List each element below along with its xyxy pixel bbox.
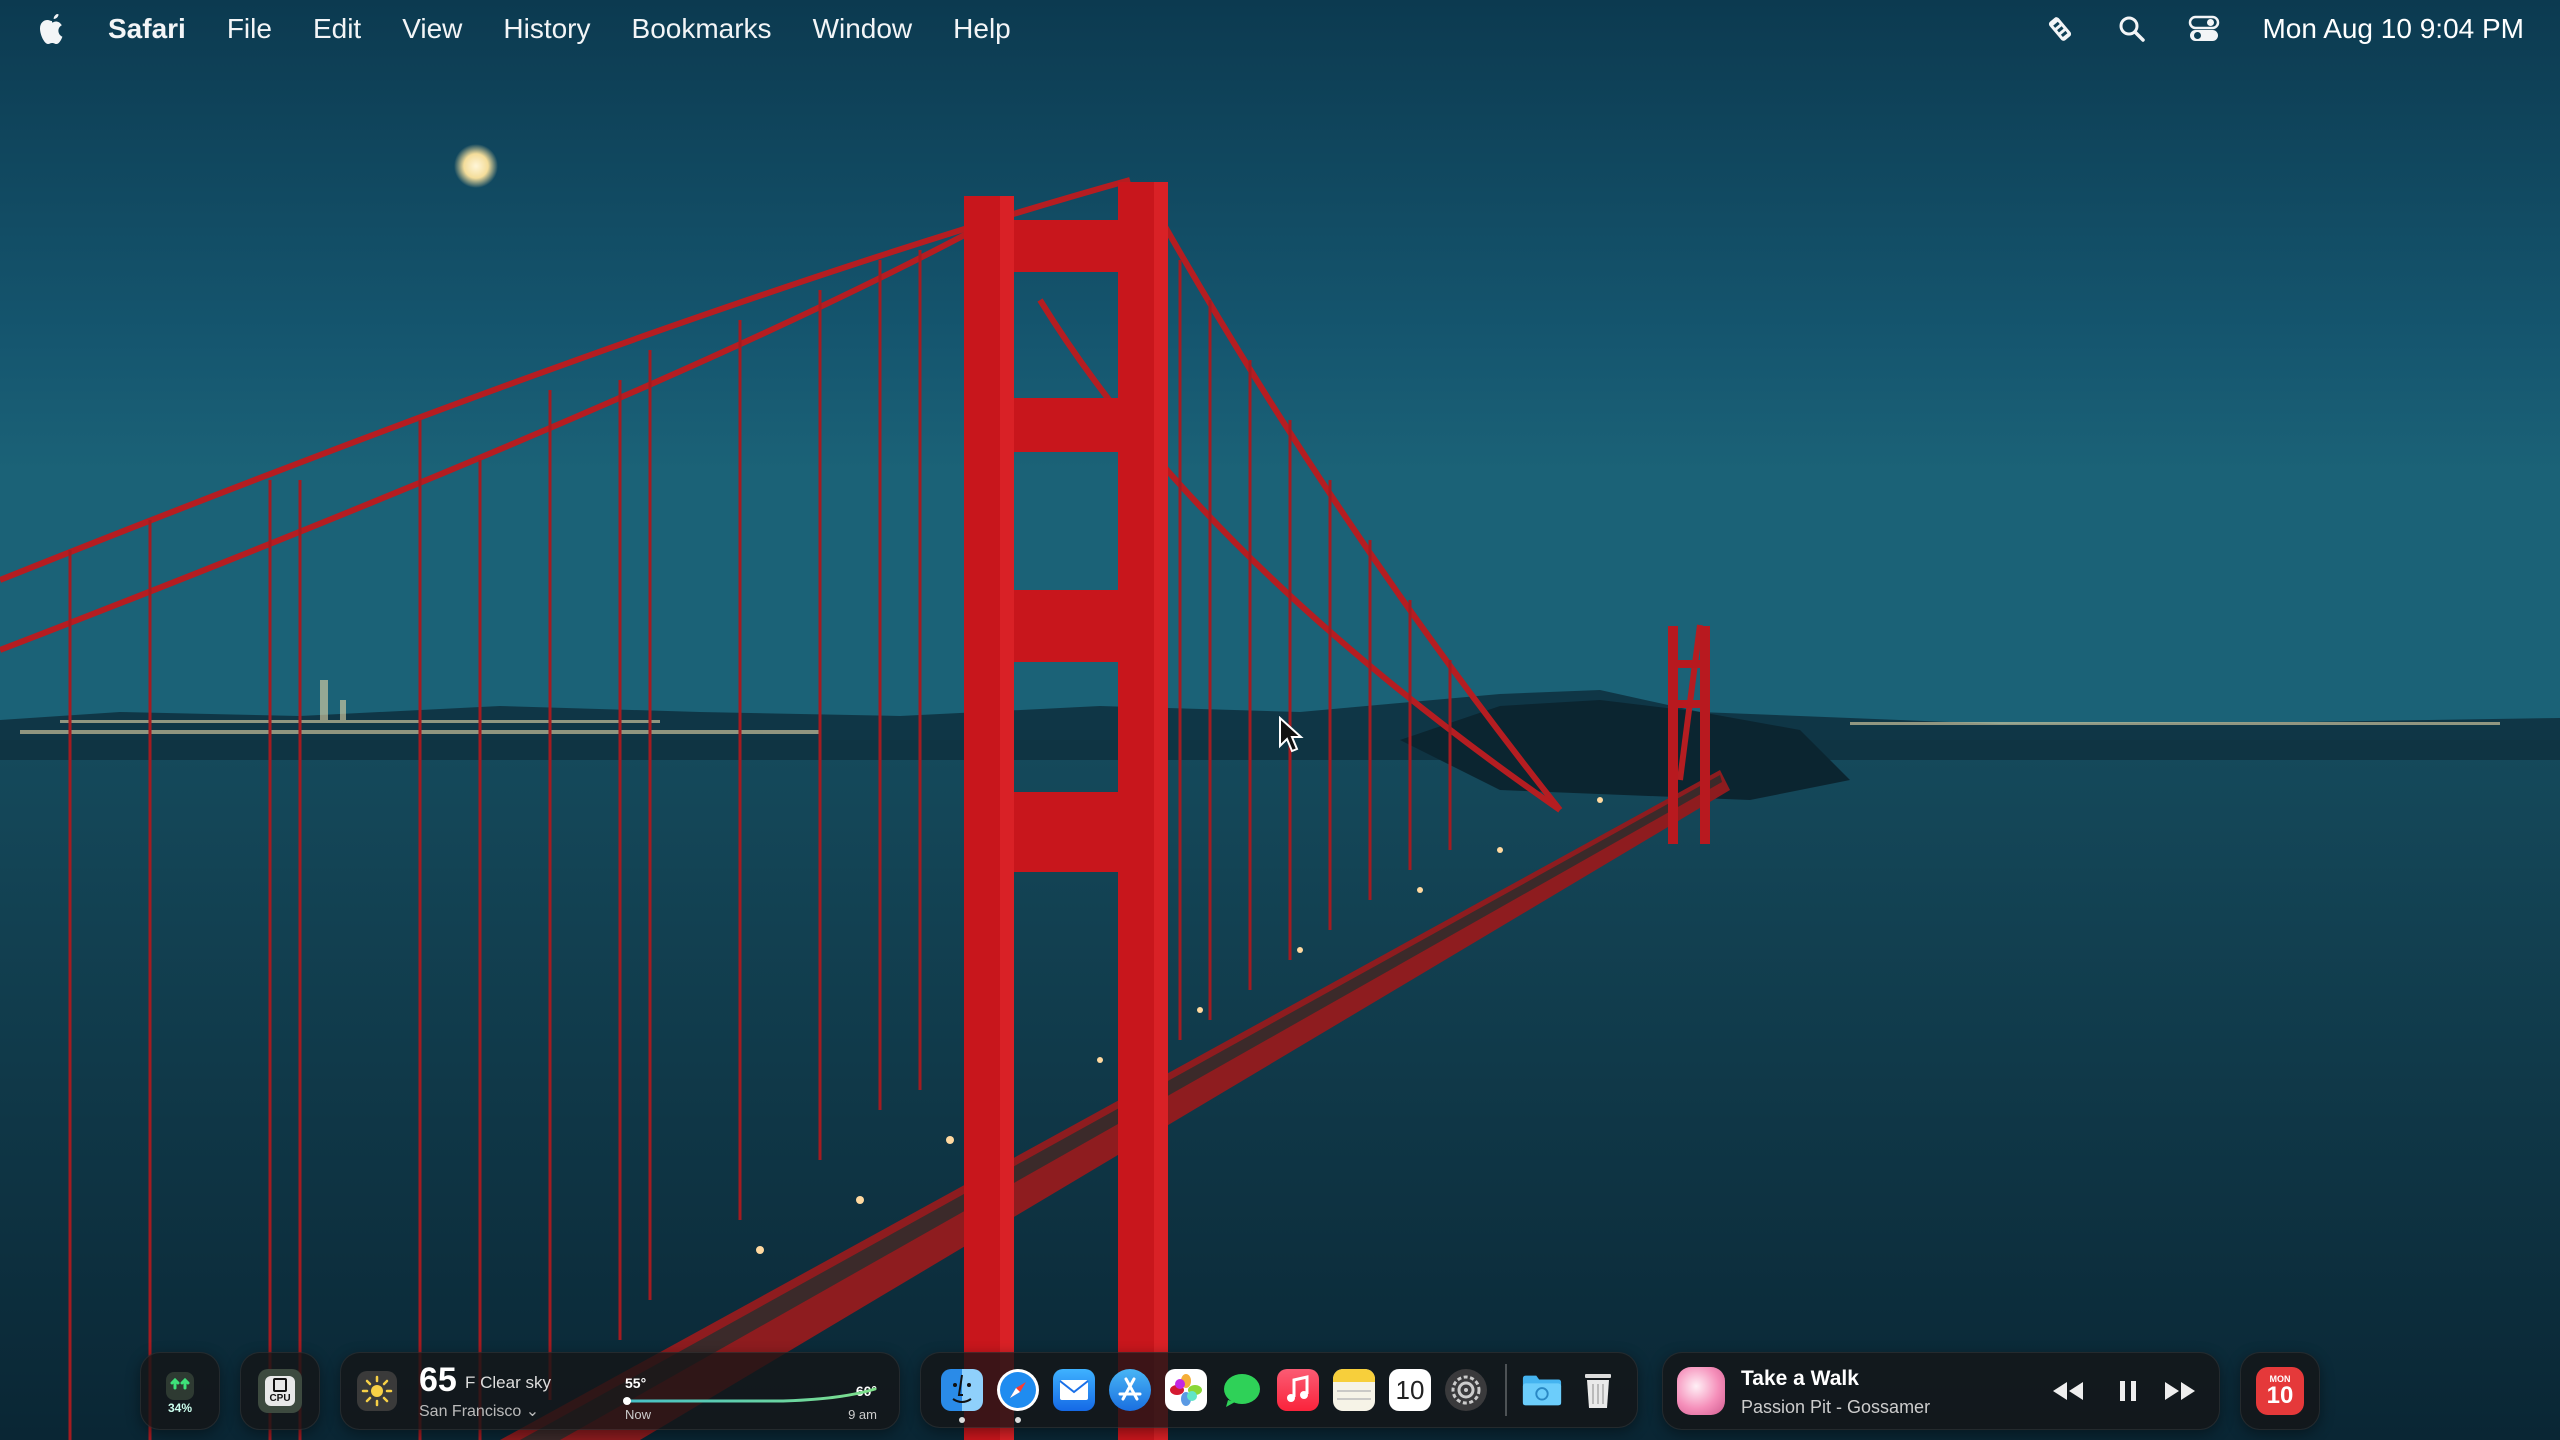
mouse-pointer-icon bbox=[1279, 716, 1304, 753]
safari-icon[interactable] bbox=[997, 1369, 1039, 1423]
calendar-day: 10 bbox=[2266, 1382, 2294, 1409]
trash-icon[interactable] bbox=[1577, 1369, 1619, 1411]
rewind-icon[interactable] bbox=[2051, 1375, 2085, 1407]
control-center-icon[interactable] bbox=[2186, 11, 2222, 47]
mail-icon[interactable] bbox=[1053, 1369, 1095, 1411]
weather-city[interactable]: San Francisco ⌄ bbox=[419, 1401, 539, 1421]
pause-icon[interactable] bbox=[2111, 1375, 2145, 1407]
running-indicator bbox=[959, 1417, 965, 1423]
downloads-folder-icon[interactable] bbox=[1521, 1369, 1563, 1411]
menu-bar-clock[interactable]: Mon Aug 10 9:04 PM bbox=[2262, 13, 2524, 45]
dock: 10 bbox=[920, 1352, 1638, 1428]
weather-condition: F Clear sky bbox=[465, 1373, 551, 1392]
stopwatch-icon[interactable] bbox=[2042, 11, 2078, 47]
system-settings-icon[interactable] bbox=[1445, 1369, 1487, 1411]
cpu-label: CPU bbox=[269, 1393, 291, 1404]
weather-later-label: 9 am bbox=[848, 1407, 877, 1422]
calendar-widget[interactable]: MON 10 bbox=[2240, 1352, 2320, 1430]
menu-history[interactable]: History bbox=[503, 13, 590, 45]
calendar-dock-day: 10 bbox=[1395, 1374, 1425, 1405]
notes-icon[interactable] bbox=[1333, 1369, 1375, 1411]
menu-help[interactable]: Help bbox=[953, 13, 1011, 45]
menu-view[interactable]: View bbox=[402, 13, 462, 45]
menu-bar: Safari File Edit View History Bookmarks … bbox=[0, 0, 2560, 58]
messages-icon[interactable] bbox=[1221, 1369, 1263, 1411]
fast-forward-icon[interactable] bbox=[2163, 1375, 2197, 1407]
album-art bbox=[1677, 1367, 1725, 1415]
calendar-date-badge: MON 10 bbox=[2256, 1367, 2304, 1415]
weather-city-label: San Francisco bbox=[419, 1403, 522, 1420]
finder-icon[interactable] bbox=[941, 1369, 983, 1423]
search-icon[interactable] bbox=[2114, 11, 2150, 47]
battery-icon bbox=[166, 1372, 194, 1400]
chevron-down-icon: ⌄ bbox=[525, 1403, 540, 1420]
menu-file[interactable]: File bbox=[227, 13, 272, 45]
menu-bookmarks[interactable]: Bookmarks bbox=[632, 13, 772, 45]
temperature-graph bbox=[623, 1387, 877, 1405]
app-store-icon[interactable] bbox=[1109, 1369, 1151, 1411]
menu-window[interactable]: Window bbox=[813, 13, 913, 45]
menu-app-safari[interactable]: Safari bbox=[108, 13, 186, 45]
weather-temperature: 65 bbox=[419, 1361, 457, 1399]
cpu-icon: CPU bbox=[258, 1369, 302, 1413]
dock-separator bbox=[1505, 1364, 1507, 1416]
apple-menu-icon[interactable] bbox=[36, 11, 68, 47]
photos-icon[interactable] bbox=[1165, 1369, 1207, 1411]
sun-icon bbox=[357, 1371, 397, 1411]
now-playing-widget[interactable]: Take a Walk Passion Pit - Gossamer bbox=[1662, 1352, 2220, 1430]
track-artist: Passion Pit - Gossamer bbox=[1741, 1397, 1931, 1417]
cpu-widget[interactable]: CPU bbox=[240, 1352, 320, 1430]
weather-widget[interactable]: 65 F Clear sky San Francisco ⌄ 55° 60° N… bbox=[340, 1352, 900, 1430]
menu-edit[interactable]: Edit bbox=[313, 13, 361, 45]
weather-now-label: Now bbox=[625, 1407, 652, 1422]
battery-percent: 34% bbox=[167, 1401, 193, 1415]
battery-widget[interactable]: 34% bbox=[140, 1352, 220, 1430]
running-indicator bbox=[1015, 1417, 1021, 1423]
music-icon[interactable] bbox=[1277, 1369, 1319, 1411]
calendar-icon[interactable]: 10 bbox=[1389, 1369, 1431, 1411]
track-title: Take a Walk bbox=[1741, 1367, 1859, 1390]
